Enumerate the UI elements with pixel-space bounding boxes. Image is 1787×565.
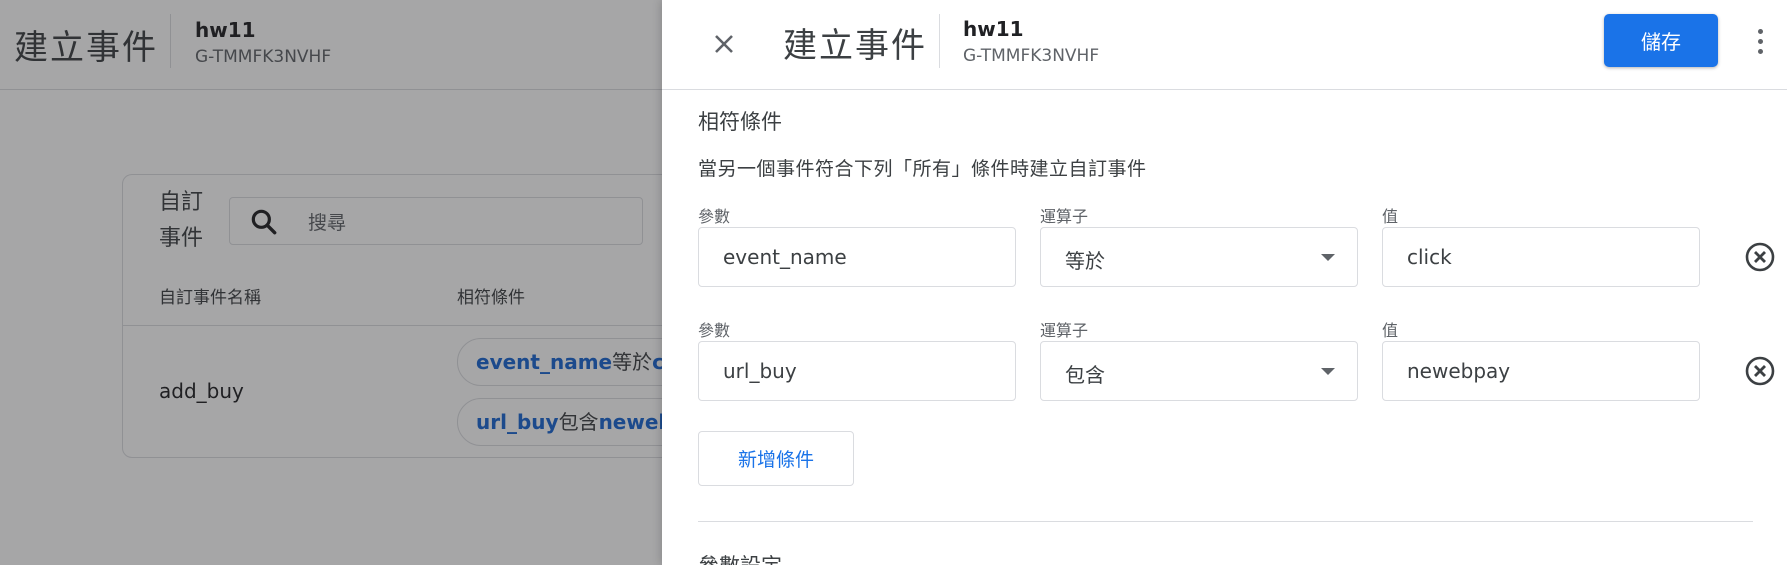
operator-label: 運算子 <box>1040 207 1089 226</box>
operator-select[interactable]: 等於 <box>1040 227 1358 287</box>
create-event-panel: 建立事件 hw11 G-TMMFK3NVHF 儲存 相符條件 當另一個事件符合下… <box>662 0 1787 565</box>
value-label: 值 <box>1382 207 1399 226</box>
value-value: click <box>1407 245 1452 269</box>
remove-condition-icon[interactable] <box>1744 355 1776 387</box>
param-label: 參數 <box>698 207 731 226</box>
operator-select[interactable]: 包含 <box>1040 341 1358 401</box>
value-value: newebpay <box>1407 359 1511 383</box>
operator-value: 包含 <box>1065 363 1105 387</box>
modal-scrim[interactable] <box>0 0 662 565</box>
dropdown-arrow-icon <box>1321 368 1335 375</box>
property-id: G-TMMFK3NVHF <box>963 46 1100 66</box>
param-value: event_name <box>723 245 847 269</box>
save-button[interactable]: 儲存 <box>1604 14 1718 67</box>
operator-value: 等於 <box>1065 249 1105 273</box>
value-field[interactable]: newebpay <box>1382 341 1700 401</box>
property-name: hw11 <box>963 17 1024 41</box>
param-field[interactable]: url_buy <box>698 341 1016 401</box>
param-value: url_buy <box>723 359 797 383</box>
add-condition-button[interactable]: 新增條件 <box>698 431 854 486</box>
remove-condition-icon[interactable] <box>1744 241 1776 273</box>
dropdown-arrow-icon <box>1321 254 1335 261</box>
close-icon <box>715 35 733 53</box>
close-button[interactable] <box>702 22 746 66</box>
more-vert-icon[interactable] <box>1750 20 1770 62</box>
value-label: 值 <box>1382 321 1399 340</box>
operator-label: 運算子 <box>1040 321 1089 340</box>
param-label: 參數 <box>698 321 731 340</box>
param-field[interactable]: event_name <box>698 227 1016 287</box>
panel-title: 建立事件 <box>783 26 927 66</box>
panel-header: 建立事件 hw11 G-TMMFK3NVHF 儲存 <box>662 0 1787 90</box>
matching-conditions-title: 相符條件 <box>698 110 782 134</box>
parameter-config-title: 參數設定 <box>698 550 782 565</box>
section-divider <box>698 521 1753 522</box>
matching-conditions-description: 當另一個事件符合下列「所有」條件時建立自訂事件 <box>698 158 1147 180</box>
value-field[interactable]: click <box>1382 227 1700 287</box>
header-divider <box>939 14 940 68</box>
